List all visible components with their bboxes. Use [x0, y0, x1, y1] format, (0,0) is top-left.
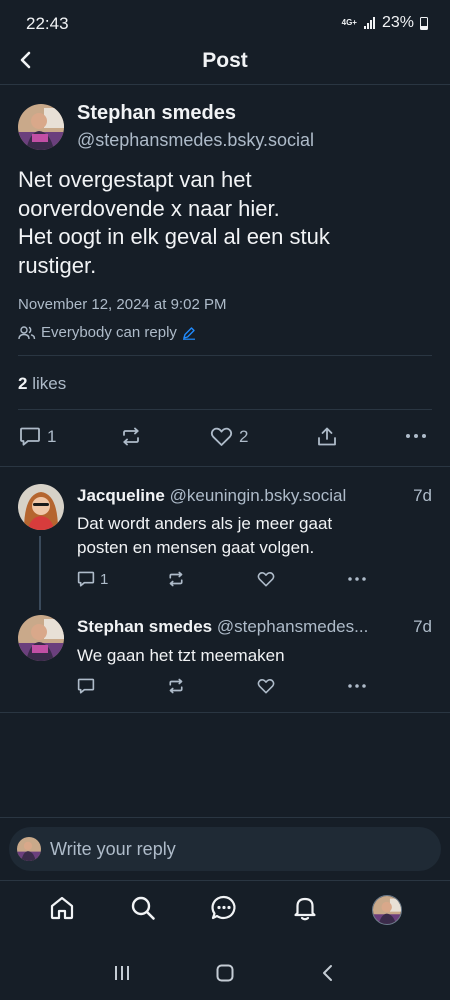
bell-icon: [294, 897, 316, 920]
reply-icon: [20, 427, 40, 446]
back-arrow-icon: [323, 964, 333, 981]
nav-chat[interactable]: [210, 894, 238, 927]
reply-timestamp: 7d: [413, 617, 432, 636]
post-text-line: oorverdovende x naar hier.: [18, 195, 280, 221]
reply-composer[interactable]: Write your reply: [9, 827, 441, 871]
bottom-navigation: [0, 880, 450, 940]
reply-text: Dat wordt anders als je meer gaat posten…: [77, 512, 332, 560]
chat-icon: [211, 895, 236, 919]
nav-home[interactable]: [48, 894, 76, 927]
nav-profile-avatar[interactable]: [371, 895, 402, 925]
post-divider: [18, 409, 432, 410]
composer-divider: [0, 817, 450, 818]
battery-icon: [420, 16, 428, 30]
like-button[interactable]: [257, 570, 275, 588]
more-dots-icon: [348, 684, 366, 688]
reply-button[interactable]: [77, 677, 95, 695]
likes-count[interactable]: 2 likes: [18, 374, 66, 394]
reply-button[interactable]: 1: [77, 570, 108, 588]
repost-icon: [169, 678, 183, 694]
reply-text: We gaan het tzt meemaken: [77, 644, 285, 668]
edit-pencil-icon[interactable]: [182, 326, 196, 340]
repost-button[interactable]: [167, 570, 185, 588]
reply-button[interactable]: 1: [19, 426, 56, 447]
reply-author-name[interactable]: Stephan smedes: [77, 617, 212, 636]
like-button[interactable]: [257, 677, 275, 695]
reply-text-line: Dat wordt anders als je meer gaat: [77, 514, 333, 533]
like-button[interactable]: 2: [210, 426, 248, 447]
reply-author-name[interactable]: Jacqueline: [77, 486, 165, 505]
section-divider: [0, 712, 450, 713]
heart-icon: [257, 572, 275, 587]
reply-input-placeholder[interactable]: Write your reply: [50, 839, 176, 860]
reply-text-line: posten en mensen gaat volgen.: [77, 538, 315, 557]
reply-setting[interactable]: Everybody can reply: [18, 324, 196, 341]
more-options-button[interactable]: [405, 428, 427, 444]
reply-icon: [77, 571, 95, 587]
header-divider: [0, 84, 450, 85]
more-dots-icon: [406, 434, 426, 438]
people-icon: [18, 325, 36, 339]
home-system-button[interactable]: [215, 963, 235, 988]
post-author-name[interactable]: Stephan smedes: [77, 102, 236, 125]
search-icon: [131, 896, 155, 920]
reply-author-handle[interactable]: @stephansmedes...: [217, 617, 368, 636]
post-author-handle[interactable]: @stephansmedes.bsky.social: [77, 130, 314, 151]
reply-header: Jacqueline @keuningin.bsky.social: [77, 486, 346, 506]
nav-search[interactable]: [129, 894, 157, 927]
signal-icon: [363, 17, 375, 29]
post-date: November 12, 2024 at 9:02 PM: [18, 296, 227, 313]
system-back-button[interactable]: [318, 963, 338, 988]
composer-avatar: [17, 837, 41, 861]
reply-timestamp: 7d: [413, 486, 432, 505]
reply-count: 1: [47, 426, 57, 446]
status-time: 22:43: [26, 14, 69, 33]
post-text-line: rustiger.: [18, 252, 97, 278]
status-indicators: 4G+ 23%: [342, 14, 428, 32]
home-icon: [51, 896, 74, 919]
more-dots-icon: [348, 577, 366, 581]
more-options-button[interactable]: [347, 572, 367, 586]
repost-button[interactable]: [167, 677, 185, 695]
heart-icon: [210, 427, 233, 446]
post-text: Net overgestapt van het oorverdovende x …: [18, 166, 428, 280]
share-button[interactable]: [316, 426, 338, 447]
repost-button[interactable]: [120, 426, 142, 447]
repost-icon: [169, 571, 183, 587]
reply-author-avatar[interactable]: [18, 484, 64, 530]
reply-text-line: We gaan het tzt meemaken: [77, 646, 285, 665]
page-title: Post: [202, 49, 248, 72]
recent-apps-button[interactable]: [112, 963, 132, 988]
repost-icon: [123, 427, 139, 446]
network-type: 4G+: [341, 18, 357, 27]
post-text-line: Net overgestapt van het: [18, 167, 252, 192]
nav-notifications[interactable]: [291, 894, 319, 927]
reply-setting-label: Everybody can reply: [41, 324, 177, 341]
reply-icon: [77, 678, 95, 694]
reply-author-handle[interactable]: @keuningin.bsky.social: [170, 486, 347, 505]
recent-apps-icon: [114, 965, 129, 980]
battery-percent: 23%: [381, 14, 414, 31]
thread-line: [39, 536, 41, 610]
likes-label: likes: [32, 374, 67, 393]
system-navigation: [0, 950, 450, 1000]
reply-header: Stephan smedes @stephansmedes...: [77, 617, 368, 637]
post-text-line: Het oogt in elk geval al een stuk: [18, 224, 330, 249]
likes-number: 2: [18, 374, 28, 393]
post-author-avatar[interactable]: [18, 104, 64, 150]
post-divider: [18, 355, 432, 356]
section-divider: [0, 466, 450, 467]
more-options-button[interactable]: [347, 679, 367, 693]
home-square-icon: [216, 964, 234, 981]
reply-author-avatar[interactable]: [18, 615, 64, 661]
like-count: 2: [239, 426, 249, 446]
reply-count: 1: [100, 570, 109, 588]
heart-icon: [257, 679, 275, 694]
share-icon: [318, 427, 336, 446]
